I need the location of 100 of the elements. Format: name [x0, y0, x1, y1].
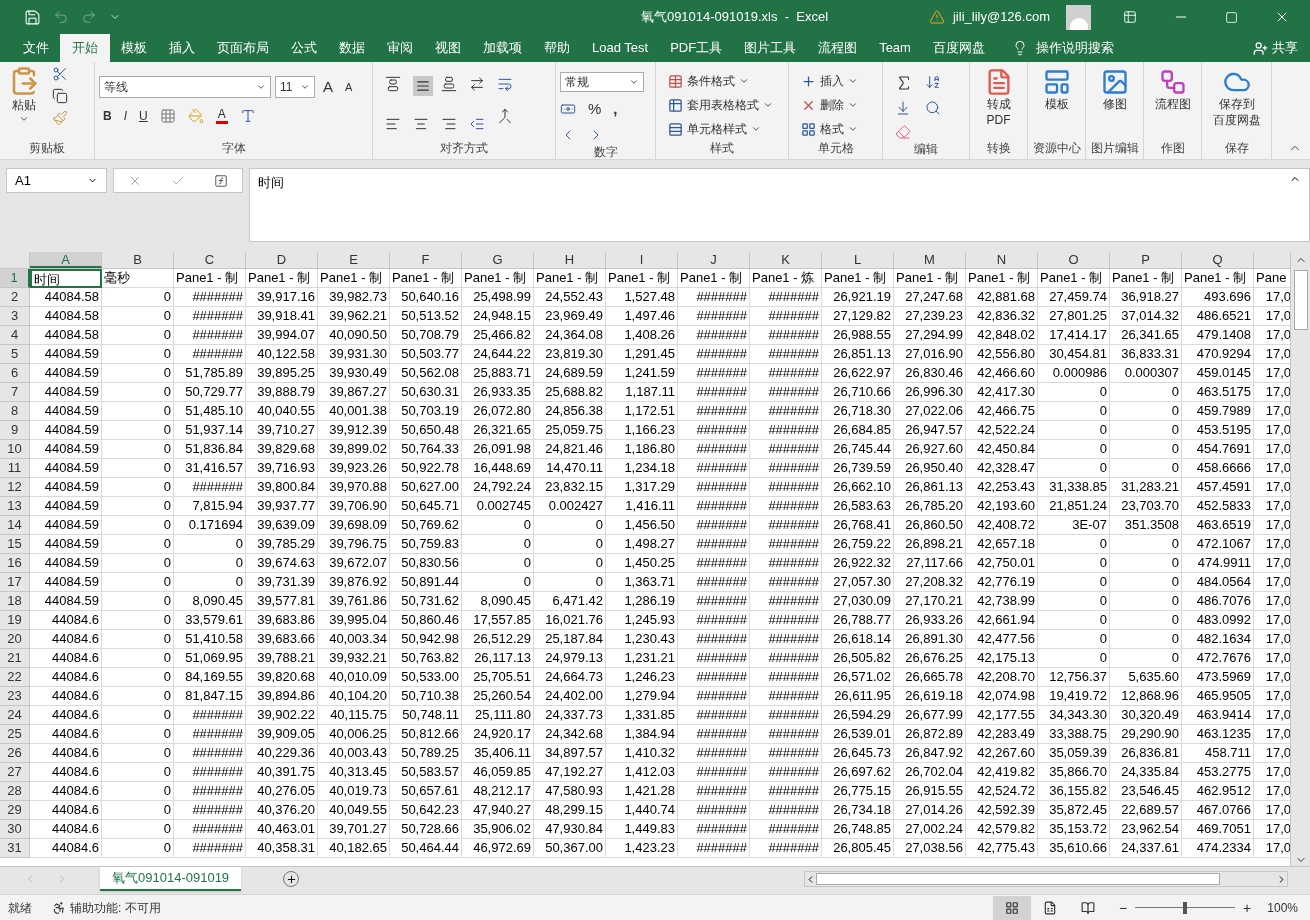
- row-header[interactable]: 13: [0, 497, 30, 516]
- row-header[interactable]: 5: [0, 345, 30, 364]
- eraser-icon[interactable]: [895, 124, 911, 140]
- orientation-icon[interactable]: [469, 76, 485, 92]
- ribbon-tab[interactable]: 页面布局: [206, 34, 280, 62]
- ribbon-large-button[interactable]: 模板: [1028, 62, 1085, 139]
- row-header[interactable]: 3: [0, 307, 30, 326]
- search-icon[interactable]: [925, 100, 941, 116]
- row-header[interactable]: 7: [0, 383, 30, 402]
- row-header[interactable]: 11: [0, 459, 30, 478]
- row-header[interactable]: 14: [0, 516, 30, 535]
- column-header[interactable]: B: [102, 252, 174, 268]
- ribbon-tab[interactable]: PDF工具: [659, 34, 734, 62]
- sheet-tab[interactable]: 氧气091014-091019: [100, 867, 242, 891]
- cells-menu-button[interactable]: 插入: [801, 72, 858, 90]
- italic-button[interactable]: I: [123, 106, 127, 125]
- ribbon-tab[interactable]: 公式: [280, 34, 328, 62]
- ribbon-tab[interactable]: 百度网盘: [921, 34, 996, 62]
- styles-menu-button[interactable]: 套用表格格式: [668, 96, 773, 114]
- ribbon-tab[interactable]: 插入: [158, 34, 206, 62]
- name-box[interactable]: A1: [6, 168, 107, 193]
- save-icon[interactable]: [24, 8, 41, 26]
- column-header[interactable]: O: [1038, 252, 1110, 268]
- row-header[interactable]: 1: [0, 269, 30, 288]
- horizontal-scrollbar[interactable]: [804, 871, 1288, 887]
- comma-button[interactable]: ,: [613, 98, 618, 121]
- column-header[interactable]: N: [966, 252, 1038, 268]
- column-header[interactable]: J: [678, 252, 750, 268]
- middle-align-button[interactable]: [413, 76, 433, 96]
- row-header[interactable]: 12: [0, 478, 30, 497]
- bottom-align-icon[interactable]: [441, 76, 457, 92]
- row-header[interactable]: 6: [0, 364, 30, 383]
- font-color-button[interactable]: A: [215, 107, 228, 124]
- underline-button[interactable]: U: [139, 106, 148, 125]
- bold-button[interactable]: B: [103, 106, 112, 125]
- ribbon-large-button[interactable]: 修图: [1086, 62, 1143, 139]
- ribbon-tab[interactable]: 帮助: [533, 34, 581, 62]
- row-header[interactable]: 22: [0, 668, 30, 687]
- column-header[interactable]: P: [1110, 252, 1182, 268]
- ribbon-display-icon[interactable]: [1123, 10, 1137, 24]
- column-header[interactable]: F: [390, 252, 462, 268]
- merge-icon[interactable]: [497, 108, 513, 124]
- row-header[interactable]: 15: [0, 535, 30, 554]
- shrink-font-button[interactable]: A: [341, 79, 357, 96]
- row-header[interactable]: 25: [0, 725, 30, 744]
- row-header[interactable]: 8: [0, 402, 30, 421]
- row-header[interactable]: 18: [0, 592, 30, 611]
- font-size-field[interactable]: 11: [275, 76, 315, 99]
- top-align-icon[interactable]: [385, 76, 401, 92]
- ribbon-tab[interactable]: 流程图: [807, 34, 869, 62]
- column-header[interactable]: A: [30, 252, 102, 268]
- column-header[interactable]: L: [822, 252, 894, 268]
- ribbon-tab[interactable]: Load Test: [581, 34, 660, 62]
- ribbon-tab[interactable]: 文件: [12, 34, 60, 62]
- column-header[interactable]: H: [534, 252, 606, 268]
- row-header[interactable]: 26: [0, 744, 30, 763]
- column-header[interactable]: E: [318, 252, 390, 268]
- ribbon-tab[interactable]: 加载项: [472, 34, 533, 62]
- copy-icon[interactable]: [52, 88, 68, 104]
- ribbon-large-button[interactable]: 保存到 百度网盘: [1202, 62, 1271, 139]
- row-header[interactable]: 28: [0, 782, 30, 801]
- vertical-scrollbar-thumb[interactable]: [1293, 270, 1308, 330]
- formula-input[interactable]: 时间: [249, 168, 1310, 242]
- row-header[interactable]: 20: [0, 630, 30, 649]
- ribbon-tab[interactable]: 视图: [424, 34, 472, 62]
- row-header[interactable]: 2: [0, 288, 30, 307]
- ribbon-tab[interactable]: 开始: [60, 34, 110, 62]
- horizontal-scrollbar-thumb[interactable]: [816, 873, 1220, 885]
- ribbon-tab[interactable]: 数据: [328, 34, 376, 62]
- fill-color-icon[interactable]: [187, 107, 204, 124]
- column-header[interactable]: G: [462, 252, 534, 268]
- row-header[interactable]: 17: [0, 573, 30, 592]
- row-header[interactable]: 4: [0, 326, 30, 345]
- account-email[interactable]: jili_lily@126.com: [953, 7, 1050, 27]
- ribbon-large-button[interactable]: 转成 PDF: [970, 62, 1027, 139]
- ribbon-tab[interactable]: 审阅: [376, 34, 424, 62]
- column-header[interactable]: K: [750, 252, 822, 268]
- row-header[interactable]: 31: [0, 839, 30, 858]
- avatar-icon[interactable]: [1066, 4, 1091, 30]
- row-header[interactable]: 30: [0, 820, 30, 839]
- fill-icon[interactable]: [895, 100, 911, 116]
- number-format-field[interactable]: 常规: [560, 72, 644, 92]
- zoom-out-button[interactable]: −: [1118, 900, 1128, 915]
- ribbon-large-button[interactable]: 流程图: [1144, 62, 1201, 139]
- column-header[interactable]: I: [606, 252, 678, 268]
- row-header[interactable]: 9: [0, 421, 30, 440]
- grow-font-button[interactable]: A: [319, 76, 337, 99]
- row-header[interactable]: 29: [0, 801, 30, 820]
- normal-view-icon[interactable]: [992, 895, 1031, 920]
- insert-function-icon[interactable]: [213, 173, 228, 188]
- row-header[interactable]: 24: [0, 706, 30, 725]
- sort-icon[interactable]: [925, 74, 941, 90]
- ribbon-tab[interactable]: 模板: [110, 34, 158, 62]
- ribbon-tab[interactable]: Team: [868, 34, 922, 62]
- wrap-text-icon[interactable]: [497, 76, 513, 92]
- cells-menu-button[interactable]: 格式: [801, 120, 858, 138]
- row-header[interactable]: 23: [0, 687, 30, 706]
- row-header[interactable]: 21: [0, 649, 30, 668]
- borders-icon[interactable]: [159, 107, 176, 124]
- share-button[interactable]: 共享: [1253, 34, 1298, 62]
